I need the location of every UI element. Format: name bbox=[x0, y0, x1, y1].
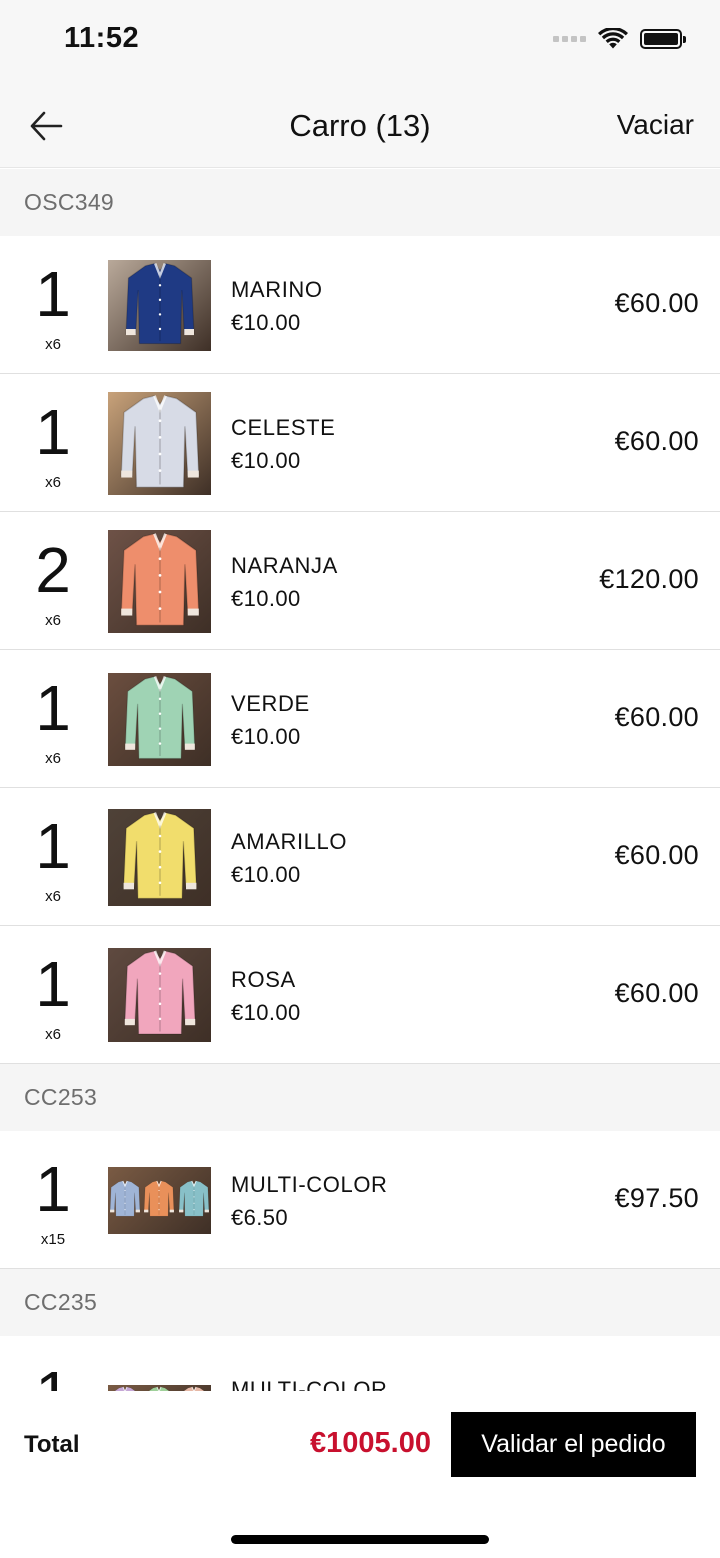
product-name: ROSA bbox=[231, 967, 296, 992]
product-image bbox=[108, 260, 211, 351]
signal-icon bbox=[553, 36, 586, 42]
unit-price: €10.00 bbox=[231, 724, 301, 749]
cart-row[interactable]: 1 x15 MULTI-COLOR €6.50 €97.50 bbox=[0, 1131, 720, 1269]
cart-row[interactable]: 1x15MULTI-COLOR€6.50€97.50 bbox=[0, 1336, 720, 1391]
line-total: €97.50 bbox=[614, 1183, 699, 1213]
product-name: MULTI-COLOR bbox=[231, 1172, 388, 1197]
section-header: CC235 bbox=[0, 1269, 720, 1336]
product-name: VERDE bbox=[231, 691, 310, 716]
unit-price: €10.00 bbox=[231, 862, 301, 887]
wifi-icon bbox=[598, 28, 628, 49]
item-pack-size: x6 bbox=[45, 474, 61, 491]
item-quantity: 1 bbox=[18, 1362, 88, 1391]
item-quantity: 1 bbox=[35, 1153, 71, 1225]
item-pack-size: x6 bbox=[45, 750, 61, 767]
product-name: NARANJA bbox=[231, 553, 338, 578]
product-name: MULTI-COLOR bbox=[231, 1377, 388, 1391]
item-pack-size: x15 bbox=[40, 1231, 66, 1248]
product-image bbox=[108, 948, 211, 1042]
cart-row[interactable]: 1 x6 ROSA €10.00 €60.00 bbox=[0, 926, 720, 1064]
item-quantity: 1 bbox=[35, 258, 71, 330]
item-pack-size: x6 bbox=[45, 612, 61, 629]
footer: Total €1005.00 Validar el pedido bbox=[0, 1391, 720, 1558]
total-label: Total bbox=[24, 1431, 80, 1458]
item-quantity: 2 bbox=[35, 534, 71, 606]
cart-row[interactable]: 1 x6 AMARILLO €10.00 €60.00 bbox=[0, 788, 720, 926]
home-indicator[interactable] bbox=[231, 1535, 489, 1544]
unit-price: €10.00 bbox=[231, 310, 301, 335]
product-image bbox=[108, 809, 211, 906]
cart-row[interactable]: 1 x6 MARINO €10.00 €60.00 bbox=[0, 236, 720, 374]
status-bar: 11:52 bbox=[0, 0, 720, 84]
product-image bbox=[108, 673, 211, 766]
item-pack-size: x6 bbox=[45, 336, 61, 353]
cart-row[interactable]: 1 x6 VERDE €10.00 €60.00 bbox=[0, 650, 720, 788]
cart-row[interactable]: 1 x6 CELESTE €10.00 €60.00 bbox=[0, 374, 720, 512]
section-header: CC253 bbox=[0, 1064, 720, 1131]
item-pack-size: x6 bbox=[45, 1026, 61, 1043]
item-quantity: 1 bbox=[35, 672, 71, 744]
line-total: €60.00 bbox=[614, 978, 699, 1008]
line-total: €60.00 bbox=[614, 840, 699, 870]
product-name: MARINO bbox=[231, 277, 323, 302]
clear-cart-button[interactable]: Vaciar bbox=[617, 109, 694, 141]
line-total: €120.00 bbox=[599, 564, 699, 594]
screen: 11:52 Carro (13) Vaciar OSC349 1 x6 MARINO €… bbox=[0, 0, 720, 1558]
status-icons bbox=[553, 28, 686, 50]
page-title: Carro (13) bbox=[289, 108, 431, 143]
nav-bar: Carro (13) Vaciar bbox=[0, 84, 720, 168]
item-quantity: 1 bbox=[35, 396, 71, 468]
section-header: OSC349 bbox=[0, 169, 720, 236]
unit-price: €6.50 bbox=[231, 1205, 289, 1230]
item-quantity: 1 bbox=[35, 948, 71, 1020]
cart-row[interactable]: 2 x6 NARANJA €10.00 €120.00 bbox=[0, 512, 720, 650]
status-time: 11:52 bbox=[64, 22, 140, 54]
item-quantity: 1 bbox=[35, 810, 71, 882]
item-pack-size: x6 bbox=[45, 888, 61, 905]
product-name: AMARILLO bbox=[231, 829, 348, 854]
unit-price: €10.00 bbox=[231, 586, 301, 611]
unit-price: €10.00 bbox=[231, 448, 301, 473]
total-amount: €1005.00 bbox=[310, 1427, 431, 1459]
product-image bbox=[108, 530, 211, 633]
product-name: CELESTE bbox=[231, 415, 336, 440]
product-image bbox=[108, 392, 211, 495]
unit-price: €10.00 bbox=[231, 1000, 301, 1025]
validate-order-button[interactable]: Validar el pedido bbox=[451, 1412, 696, 1477]
line-total: €60.00 bbox=[614, 426, 699, 456]
product-image bbox=[108, 1167, 211, 1234]
battery-icon bbox=[640, 29, 686, 49]
cart-list[interactable]: OSC349 1 x6 MARINO €10.00 €60.00 1 x6 CELESTE €10… bbox=[0, 169, 720, 1391]
line-total: €60.00 bbox=[614, 702, 699, 732]
line-total: €60.00 bbox=[614, 288, 699, 318]
